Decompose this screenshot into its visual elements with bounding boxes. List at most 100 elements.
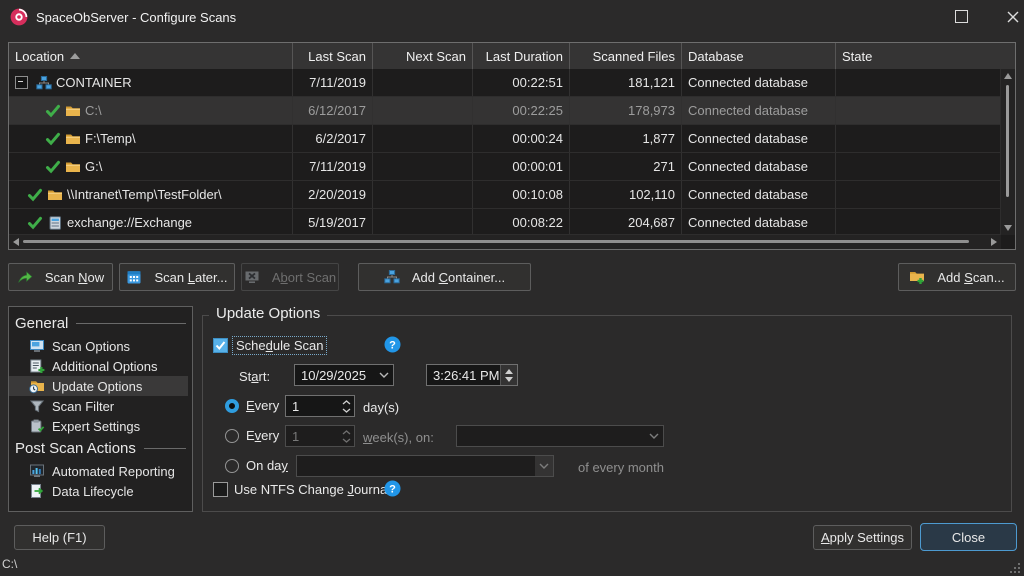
next-scan-cell: [373, 69, 473, 96]
folder-icon: [65, 159, 81, 175]
horizontal-scrollbar[interactable]: [9, 234, 1001, 249]
spin-down-icon[interactable]: [342, 408, 351, 413]
table-row[interactable]: CONTAINER7/11/201900:22:51181,121Connect…: [9, 69, 1001, 97]
vertical-scrollbar[interactable]: [1000, 69, 1015, 235]
location-label: G:\: [85, 159, 102, 174]
time-spin-buttons[interactable]: [500, 365, 517, 385]
table-row[interactable]: exchange://Exchange5/19/201700:08:22204,…: [9, 209, 1001, 235]
add-scan-button[interactable]: Add Scan...: [898, 263, 1016, 291]
start-date-value: 10/29/2025: [295, 368, 375, 383]
database-cell: Connected database: [682, 153, 836, 180]
column-header-scanned-files[interactable]: Scanned Files: [570, 43, 682, 69]
month-day-combobox[interactable]: [296, 455, 554, 477]
chevron-down-icon[interactable]: [645, 426, 663, 446]
days-spin-buttons[interactable]: [338, 396, 354, 416]
start-date-combobox[interactable]: 10/29/2025: [294, 364, 394, 386]
app-logo-icon: [10, 8, 28, 26]
every-days-radio[interactable]: Every: [225, 398, 279, 413]
apply-settings-button[interactable]: Apply Settings: [813, 525, 912, 550]
spin-down-icon[interactable]: [342, 438, 351, 443]
schedule-scan-checkbox[interactable]: Schedule Scan: [213, 338, 325, 353]
data-lifecycle-icon: [29, 483, 45, 499]
weeks-spin-buttons[interactable]: [338, 426, 354, 446]
scan-later-button[interactable]: Scan Later...: [119, 263, 235, 291]
additional-options-icon: [29, 358, 45, 374]
collapse-expander-icon[interactable]: [15, 76, 28, 89]
scroll-right-icon[interactable]: [991, 238, 997, 246]
scanned-files-cell: 102,110: [570, 181, 682, 208]
spin-up-icon[interactable]: [342, 430, 351, 435]
table-row[interactable]: G:\7/11/201900:00:01271Connected databas…: [9, 153, 1001, 181]
radio-unselected-icon: [225, 459, 239, 473]
close-window-button[interactable]: [990, 0, 1024, 33]
folder-add-icon: [909, 269, 925, 285]
last-duration-cell: 00:00:01: [473, 153, 570, 180]
window-title: SpaceObServer - Configure Scans: [36, 10, 236, 25]
close-button[interactable]: Close: [920, 523, 1017, 551]
sidebar-item-scan-filter[interactable]: Scan Filter: [9, 396, 188, 416]
column-header-location[interactable]: Location: [9, 43, 293, 69]
days-count-input[interactable]: 1: [285, 395, 355, 417]
on-day-label: On day: [246, 458, 288, 473]
spin-down-icon[interactable]: [505, 377, 513, 382]
column-header-last-scan[interactable]: Last Scan: [293, 43, 373, 69]
chevron-down-icon[interactable]: [375, 365, 393, 385]
help-icon[interactable]: ?: [384, 480, 401, 497]
scroll-down-icon[interactable]: [1004, 225, 1012, 231]
last-scan-cell: 6/12/2017: [293, 97, 373, 124]
close-button-label: Close: [952, 530, 985, 545]
start-time-spinner[interactable]: 3:26:41 PM: [426, 364, 518, 386]
add-container-button[interactable]: Add Container...: [358, 263, 531, 291]
table-row[interactable]: F:\Temp\6/2/201700:00:241,877Connected d…: [9, 125, 1001, 153]
column-header-last-duration[interactable]: Last Duration: [473, 43, 570, 69]
title-bar: SpaceObServer - Configure Scans: [0, 0, 1024, 34]
next-scan-cell: [373, 97, 473, 124]
sidebar-item-data-lifecycle[interactable]: Data Lifecycle: [9, 481, 188, 501]
column-header-next-scan[interactable]: Next Scan: [373, 43, 473, 69]
last-scan-cell: 2/20/2019: [293, 181, 373, 208]
weeks-count-input[interactable]: 1: [285, 425, 355, 447]
column-header-database[interactable]: Database: [682, 43, 836, 69]
help-button[interactable]: Help (F1): [14, 525, 105, 550]
scanned-files-cell: 1,877: [570, 125, 682, 152]
sidebar-item-additional-options[interactable]: Additional Options: [9, 356, 188, 376]
sidebar-item-label: Data Lifecycle: [52, 484, 134, 499]
location-label: \\Intranet\Temp\TestFolder\: [67, 187, 222, 202]
chevron-down-icon[interactable]: [535, 456, 553, 476]
column-header-state[interactable]: State: [836, 43, 1015, 69]
check-icon: [27, 215, 43, 231]
every-weeks-radio[interactable]: Every: [225, 428, 279, 443]
sidebar-item-automated-reporting[interactable]: Automated Reporting: [9, 461, 188, 481]
section-title-label: Post Scan Actions: [15, 440, 136, 457]
spin-up-icon[interactable]: [342, 400, 351, 405]
toolbar-button-label: Add Scan...: [937, 270, 1004, 285]
sidebar-section-title: Post Scan Actions: [15, 440, 186, 457]
check-icon: [45, 131, 61, 147]
sidebar-item-scan-options[interactable]: Scan Options: [9, 336, 188, 356]
maximize-button[interactable]: [938, 0, 984, 33]
weekday-combobox[interactable]: [456, 425, 664, 447]
column-header-label: Database: [688, 49, 744, 64]
ntfs-journal-checkbox[interactable]: Use NTFS Change Journal: [213, 482, 390, 497]
sidebar-item-update-options[interactable]: Update Options: [9, 376, 188, 396]
spin-up-icon[interactable]: [505, 369, 513, 374]
abort-scan-button[interactable]: Abort Scan: [241, 263, 339, 291]
state-cell: [836, 209, 1001, 235]
scan-now-button[interactable]: Scan Now: [8, 263, 113, 291]
on-day-radio[interactable]: On day: [225, 458, 288, 473]
close-icon: [1006, 10, 1020, 24]
help-icon[interactable]: ?: [384, 336, 401, 353]
sidebar-item-expert-settings[interactable]: Expert Settings: [9, 416, 188, 436]
scroll-left-icon[interactable]: [13, 238, 19, 246]
scroll-up-icon[interactable]: [1004, 73, 1012, 79]
table-row[interactable]: \\Intranet\Temp\TestFolder\2/20/201900:1…: [9, 181, 1001, 209]
state-cell: [836, 97, 1001, 124]
vertical-scroll-thumb[interactable]: [1006, 85, 1009, 197]
location-cell: \\Intranet\Temp\TestFolder\: [9, 181, 293, 208]
last-scan-cell: 5/19/2017: [293, 209, 373, 235]
horizontal-scroll-thumb[interactable]: [23, 240, 969, 243]
check-icon: [45, 103, 61, 119]
resize-grip[interactable]: [1007, 560, 1021, 574]
table-row[interactable]: C:\6/12/201700:22:25178,973Connected dat…: [9, 97, 1001, 125]
last-duration-cell: 00:00:24: [473, 125, 570, 152]
